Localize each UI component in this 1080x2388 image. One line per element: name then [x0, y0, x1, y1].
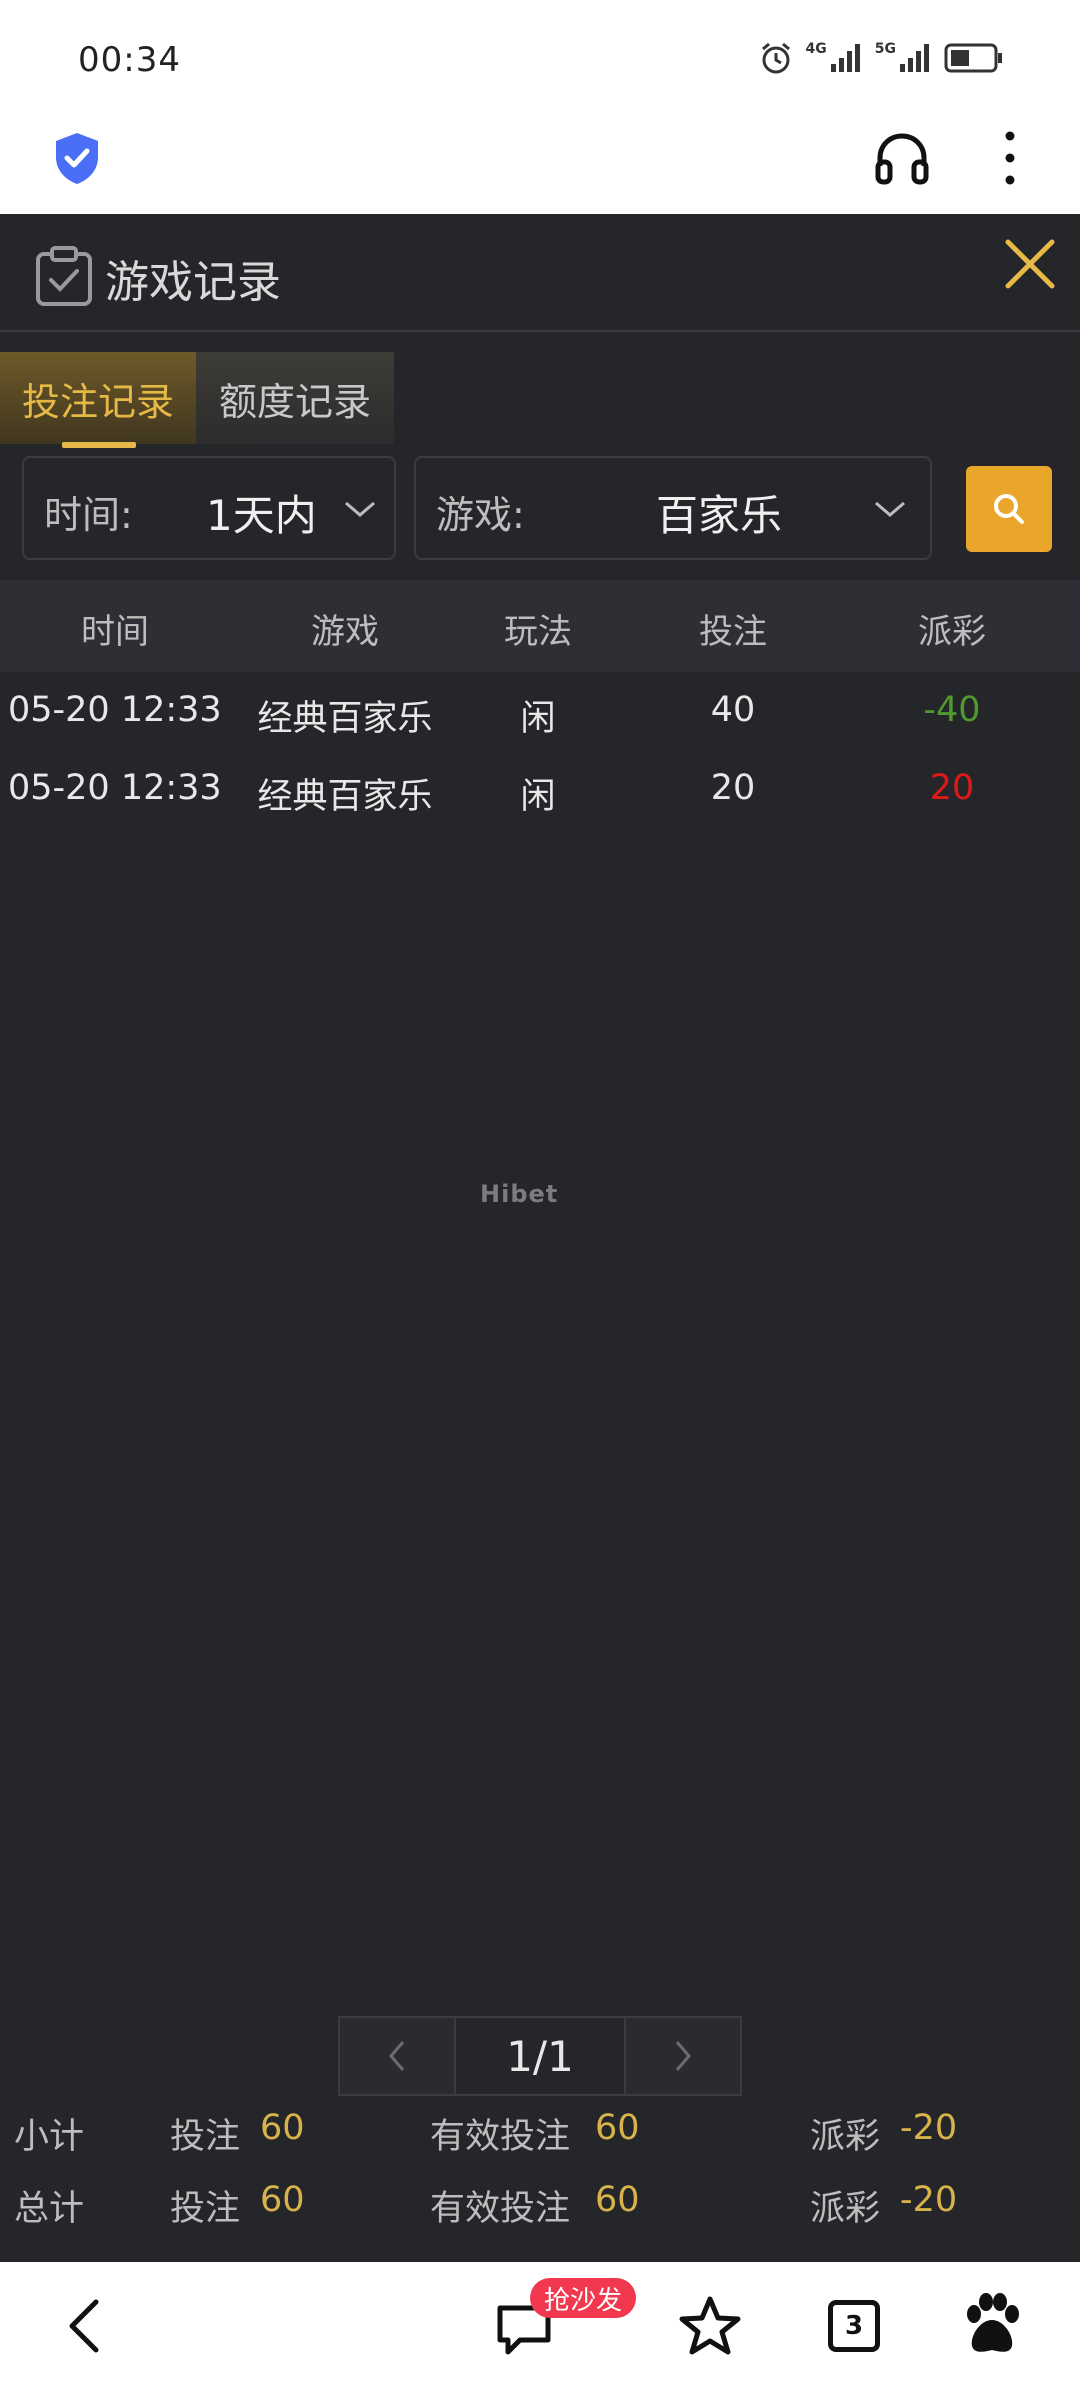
headphones-icon[interactable]	[872, 128, 932, 188]
page-title: 游戏记录	[105, 257, 281, 308]
battery-icon	[944, 43, 1002, 73]
total-payout-value: -20	[900, 2180, 958, 2220]
game-filter-value: 百家乐	[656, 491, 783, 540]
subtotal-valid-label: 有效投注	[430, 2117, 571, 2157]
total-valid-value: 60	[595, 2180, 640, 2220]
status-time: 00:34	[78, 40, 181, 80]
status-icons: 4G 5G	[758, 40, 1004, 76]
back-icon[interactable]	[64, 2296, 104, 2356]
total-valid-label: 有效投注	[430, 2189, 571, 2229]
row-time: 05-20 12:33	[8, 690, 222, 730]
column-header-time: 时间	[81, 612, 149, 652]
watermark-logo: Hibet	[480, 1180, 559, 1208]
subtotal-bet-label: 投注	[170, 2117, 241, 2157]
total-label: 总计	[14, 2189, 85, 2229]
total-bet-value: 60	[260, 2180, 305, 2220]
row-game: 经典百家乐	[257, 699, 433, 739]
page-indicator: 1/1	[454, 2018, 626, 2094]
search-icon	[994, 494, 1024, 524]
row-bet: 40	[710, 690, 756, 730]
column-header-bet: 投注	[699, 612, 767, 652]
alarm-icon	[761, 42, 790, 74]
time-filter-select[interactable]: 时间: 1天内	[22, 456, 396, 560]
pagination: 1/1	[338, 2016, 742, 2096]
chevron-left-icon	[389, 2041, 405, 2071]
row-play: 闲	[520, 777, 556, 817]
comment-badge: 抢沙发	[530, 2278, 636, 2318]
chevron-down-icon	[875, 501, 905, 517]
subtotal-valid-value: 60	[595, 2108, 640, 2148]
page-header: 游戏记录	[0, 214, 1080, 332]
active-tab-indicator	[62, 442, 136, 448]
time-filter-value: 1天内	[206, 491, 317, 540]
row-payout: 20	[929, 768, 975, 808]
subtotal-payout-value: -20	[900, 2108, 958, 2148]
total-bet-label: 投注	[170, 2189, 241, 2229]
next-page-button[interactable]	[626, 2018, 740, 2094]
table-header: 时间 游戏 玩法 投注 派彩	[0, 580, 1080, 672]
signal-icon	[830, 44, 860, 72]
table-row: 05-20 12:33 经典百家乐 闲 20 20	[0, 750, 1080, 828]
subtotal-bet-value: 60	[260, 2108, 305, 2148]
game-filter-select[interactable]: 游戏: 百家乐	[414, 456, 932, 560]
browser-toolbar	[0, 120, 1080, 214]
column-header-play: 玩法	[504, 612, 572, 652]
game-filter-label: 游戏:	[436, 493, 525, 537]
column-header-game: 游戏	[311, 612, 379, 652]
total-payout-label: 派彩	[810, 2189, 881, 2229]
chevron-down-icon	[345, 501, 375, 517]
baidu-paw-icon[interactable]	[962, 2292, 1022, 2356]
row-game: 经典百家乐	[257, 777, 433, 817]
status-bar: 00:34 4G 5G	[0, 0, 1080, 120]
time-filter-label: 时间:	[44, 493, 133, 537]
shield-check-icon[interactable]	[52, 130, 102, 186]
subtotal-label: 小计	[14, 2117, 85, 2157]
column-header-payout: 派彩	[918, 612, 986, 652]
row-bet: 20	[710, 768, 756, 808]
signal-icon-2	[900, 44, 929, 72]
table-row: 05-20 12:33 经典百家乐 闲 40 -40	[0, 672, 1080, 750]
tab-count: 3	[844, 2311, 864, 2341]
clipboard-check-icon	[36, 246, 92, 306]
subtotal-payout-label: 派彩	[810, 2117, 881, 2157]
row-time: 05-20 12:33	[8, 768, 222, 808]
row-play: 闲	[520, 699, 556, 739]
prev-page-button[interactable]	[340, 2018, 454, 2094]
search-button[interactable]	[966, 466, 1052, 552]
subtotal-row: 小计 投注 60 有效投注 60 派彩 -20	[0, 2108, 1080, 2168]
chevron-right-icon	[675, 2041, 691, 2071]
tab-bet-records[interactable]: 投注记录	[0, 352, 196, 444]
tab-count-button[interactable]: 3	[828, 2300, 880, 2352]
star-icon[interactable]	[678, 2294, 742, 2358]
row-payout: -40	[923, 690, 981, 730]
close-icon[interactable]	[1002, 236, 1058, 292]
tab-credit-records[interactable]: 额度记录	[196, 352, 394, 444]
more-menu-icon[interactable]	[998, 130, 1022, 186]
total-row: 总计 投注 60 有效投注 60 派彩 -20	[0, 2180, 1080, 2240]
network-4g-label: 4G	[805, 41, 827, 57]
network-5g-label: 5G	[874, 41, 896, 57]
